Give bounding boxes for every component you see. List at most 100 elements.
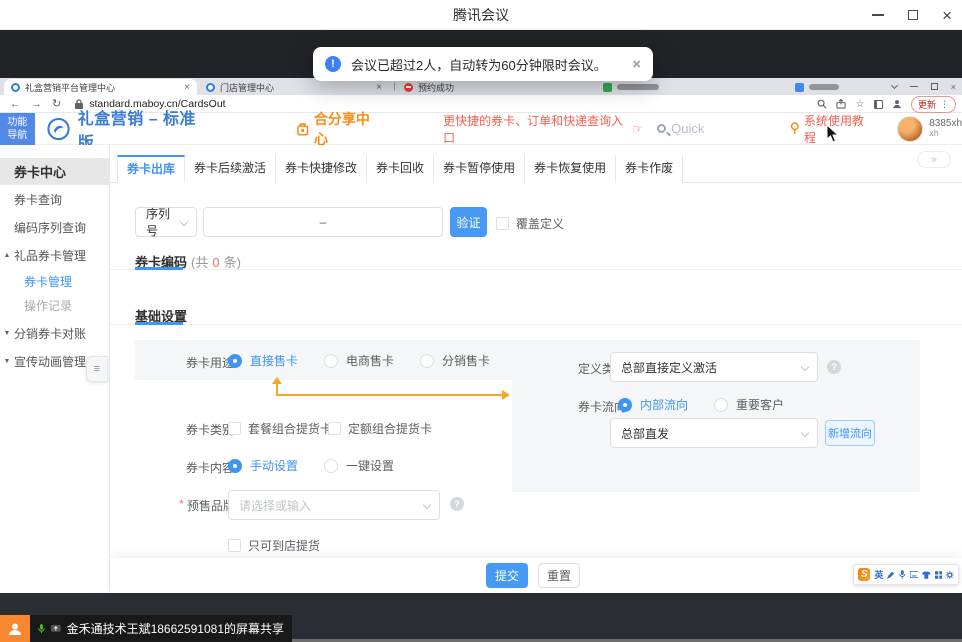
close-icon[interactable]: × <box>942 7 952 24</box>
browser-update-button[interactable]: 更新 ⋮ <box>911 96 956 113</box>
function-nav-button[interactable]: 功能 导航 <box>0 113 35 145</box>
avatar[interactable] <box>897 116 923 142</box>
reload-icon[interactable]: ↻ <box>52 97 61 110</box>
add-flow-button[interactable]: 新增流向 <box>825 420 875 446</box>
browser-close-icon[interactable]: × <box>951 82 956 92</box>
brand-select[interactable]: 请选择或输入 <box>228 490 440 520</box>
sidebar-item-label: 礼品券卡管理 <box>14 247 86 264</box>
zoom-icon[interactable] <box>817 99 827 109</box>
verify-button[interactable]: 验证 <box>450 207 487 237</box>
browser-menu-icon[interactable]: ⋮ <box>940 99 949 110</box>
quick-entry-label: 更快捷的券卡、订单和快递查询入口 <box>443 112 627 146</box>
user-block[interactable]: 8385xh xh <box>897 116 962 142</box>
sidebar-item-operation-log[interactable]: 操作记录 <box>0 293 110 317</box>
category-option-label: 套餐组合提货卡 <box>248 420 332 437</box>
category-checkbox-combo[interactable]: 套餐组合提货卡 <box>228 420 332 437</box>
add-flow-label: 新增流向 <box>828 425 872 441</box>
tab-card-suspend[interactable]: 券卡暂停使用 <box>434 155 525 183</box>
checkbox-icon[interactable] <box>496 217 509 230</box>
help-glyph: ? <box>454 499 460 509</box>
bookmark-star-icon[interactable]: ☆ <box>855 99 865 109</box>
browser-tab-gift-admin[interactable]: 礼盒营销平台管理中心 × <box>4 79 197 95</box>
radio-direct-sale-checked[interactable] <box>228 354 242 368</box>
sidebar-item-label: 编码序列查询 <box>14 219 86 236</box>
radio-ecommerce-sale[interactable] <box>324 354 338 368</box>
share-center-link[interactable]: 合分享中心 <box>296 109 382 149</box>
submit-button[interactable]: 提交 <box>486 563 528 588</box>
chevron-down-icon[interactable] <box>891 81 898 88</box>
tab-close-icon[interactable]: × <box>376 82 382 93</box>
sidebar-item-card-management-active[interactable]: 券卡管理 <box>0 269 110 293</box>
quick-entry-link[interactable]: 更快捷的券卡、订单和快递查询入口 ☞ <box>443 112 643 146</box>
pin-icon <box>790 122 800 135</box>
forward-icon[interactable]: → <box>31 98 42 110</box>
form-footer-bar <box>110 558 962 593</box>
ime-logo-icon[interactable]: S <box>858 568 870 581</box>
ime-toolbar[interactable]: S 英 <box>853 564 959 585</box>
screen-share-label: 金禾通技术王斌18662591081的屏幕共享 <box>67 620 284 637</box>
overwrite-define-checkbox[interactable]: 覆盖定义 <box>496 215 564 232</box>
ime-skin-icon[interactable] <box>922 571 931 579</box>
define-type-select[interactable]: 总部直接定义激活 <box>610 352 818 382</box>
tab-card-outbound[interactable]: 券卡出库 <box>117 155 185 183</box>
ime-language-toggle[interactable]: 英 <box>874 568 883 581</box>
ime-grid-icon[interactable] <box>935 571 943 579</box>
radio-internal-flow-checked[interactable] <box>618 398 632 412</box>
reset-label: 重置 <box>547 567 571 584</box>
ime-keyboard-icon[interactable] <box>910 571 919 578</box>
radio-key-customer[interactable] <box>714 398 728 412</box>
browser-tab-booking[interactable]: 预约成功 <box>397 79 522 95</box>
caret-down-icon: ▼ <box>0 358 14 365</box>
browser-tab-obscured[interactable] <box>788 79 898 95</box>
browser-tab-obscured[interactable] <box>596 79 756 95</box>
maximize-icon[interactable] <box>908 10 918 20</box>
meeting-toast: ! 会议已超过2人，自动转为60分钟限时会议。 × <box>313 47 653 81</box>
toast-close-icon[interactable]: × <box>632 56 641 73</box>
browser-minimize-icon[interactable] <box>910 86 918 87</box>
tab-close-icon[interactable]: × <box>184 82 190 93</box>
profile-icon[interactable] <box>892 99 902 109</box>
tab-card-recycle[interactable]: 券卡回收 <box>367 155 434 183</box>
browser-tab-store-admin[interactable]: 门店管理中心 × <box>199 79 389 95</box>
sidebar-collapse-handle[interactable]: ≡ <box>86 356 108 382</box>
ime-pen-icon[interactable] <box>887 571 895 579</box>
ime-settings-icon[interactable] <box>946 571 954 579</box>
radio-manual-setup-checked[interactable] <box>228 459 242 473</box>
browser-maximize-icon[interactable] <box>931 83 938 90</box>
tab-card-followup-activate[interactable]: 券卡后续激活 <box>185 155 276 183</box>
sidebar-group-gift-card-mgmt[interactable]: ▲ 礼品券卡管理 <box>0 243 110 267</box>
sidebar-item-code-sequence-query[interactable]: 编码序列查询 <box>0 215 110 239</box>
submit-label: 提交 <box>495 567 519 584</box>
serial-range-input[interactable]: – <box>203 207 443 237</box>
checkbox-icon[interactable] <box>228 539 241 552</box>
tab-card-void[interactable]: 券卡作废 <box>616 155 683 183</box>
tab-card-quick-modify[interactable]: 券卡快捷修改 <box>276 155 367 183</box>
content-option-label: 一键设置 <box>346 457 394 474</box>
back-icon[interactable]: ← <box>10 98 21 110</box>
side-panel-icon[interactable] <box>874 100 883 109</box>
store-pickup-checkbox[interactable]: 只可到店提货 <box>228 537 320 554</box>
brand-help-icon[interactable]: ? <box>450 497 464 511</box>
tab-card-restore[interactable]: 券卡恢复使用 <box>525 155 616 183</box>
ime-mic-icon[interactable] <box>899 570 906 579</box>
collapse-pill-button[interactable]: » <box>917 151 951 168</box>
screen-share-indicator[interactable]: 金禾通技术王斌18662591081的屏幕共享 <box>30 615 292 642</box>
serial-field-select[interactable]: 序列号 <box>135 207 197 237</box>
define-type-help-icon[interactable]: ? <box>827 360 841 374</box>
reset-button[interactable]: 重置 <box>538 563 580 588</box>
radio-oneclick-setup[interactable] <box>324 459 338 473</box>
quick-search[interactable]: Quick <box>657 121 704 136</box>
radio-distribution-sale[interactable] <box>420 354 434 368</box>
help-glyph: ? <box>831 362 837 372</box>
sidebar-group-distribution-reconcile[interactable]: ▼ 分销券卡对账 <box>0 321 110 345</box>
flow-select[interactable]: 总部直发 <box>610 418 818 448</box>
checkbox-icon[interactable] <box>328 422 341 435</box>
minimize-icon[interactable] <box>872 14 884 16</box>
checkbox-icon[interactable] <box>228 422 241 435</box>
search-icon <box>657 124 666 133</box>
main-tabbar: 券卡出库 券卡后续激活 券卡快捷修改 券卡回收 券卡暂停使用 券卡恢复使用 券卡… <box>110 155 962 183</box>
sidebar-item-card-query[interactable]: 券卡查询 <box>0 187 110 211</box>
flow-connector-arrow <box>268 377 516 403</box>
category-checkbox-fixed[interactable]: 定额组合提货卡 <box>328 420 432 437</box>
share-icon[interactable] <box>836 99 846 109</box>
